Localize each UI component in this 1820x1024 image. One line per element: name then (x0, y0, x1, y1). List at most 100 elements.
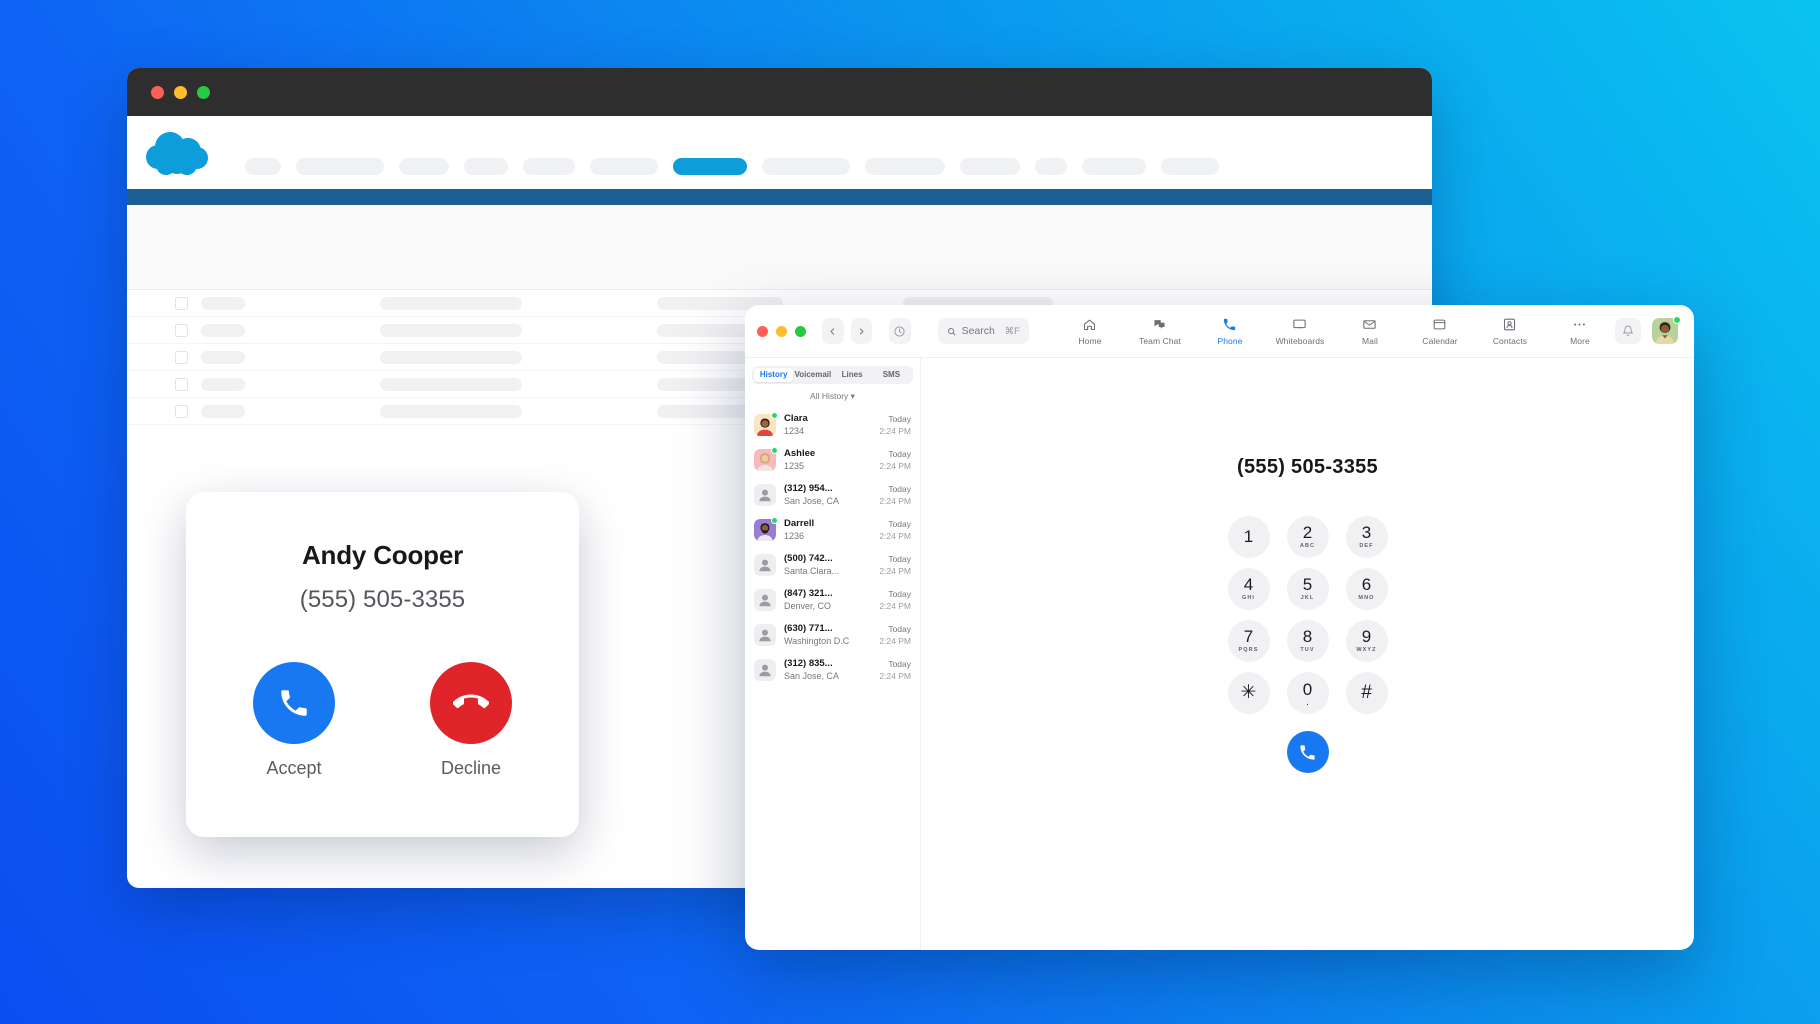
dialpad-key-5[interactable]: 5 JKL (1286, 567, 1329, 610)
accept-call-action[interactable]: Accept (253, 662, 335, 779)
back-button[interactable] (822, 318, 844, 344)
call-item-meta: Today 2:24 PM (879, 659, 911, 681)
minimize-button[interactable] (174, 85, 187, 99)
call-history-item[interactable]: (312) 954... San Jose, CA Today 2:24 PM (745, 477, 920, 512)
row-checkbox[interactable] (175, 350, 188, 364)
call-history-item[interactable]: (312) 835... San Jose, CA Today 2:24 PM (745, 652, 920, 687)
forward-button[interactable] (850, 318, 873, 344)
contacts-icon (1502, 317, 1517, 333)
avatar[interactable] (1652, 315, 1681, 344)
call-list-tabs: History Voicemail Lines SMS (752, 366, 913, 384)
dialpad-key-star[interactable]: ✳ (1227, 671, 1270, 714)
history-filter-dropdown[interactable]: All History ▾ (745, 384, 920, 407)
call-item-text: (847) 321... Denver, CO (784, 588, 871, 611)
nav-item-home[interactable]: Home (1055, 317, 1125, 346)
app-window-controls (757, 325, 806, 337)
nav-pill-10[interactable] (1035, 158, 1067, 175)
nav-pill-9[interactable] (960, 158, 1020, 175)
nav-item-more[interactable]: More (1545, 317, 1615, 346)
dialpad-key-number: 0 (1302, 679, 1313, 699)
accept-label: Accept (266, 758, 322, 778)
call-item-day: Today (888, 588, 911, 599)
tab-lines[interactable]: Lines (833, 368, 872, 382)
row-checkbox[interactable] (175, 323, 188, 337)
dialpad-key-7[interactable]: 7 PQRS (1227, 619, 1270, 662)
row-checkbox[interactable] (175, 377, 188, 391)
toolbar-right (1615, 315, 1681, 344)
search-input[interactable]: Search ⌘F (937, 318, 1029, 344)
nav-pill-2[interactable] (399, 158, 449, 175)
dialpad-key-8[interactable]: 8 TUV (1286, 619, 1329, 662)
dial-call-button[interactable] (1286, 731, 1329, 773)
dialpad-key-number: 7 (1243, 627, 1254, 646)
nav-item-mail[interactable]: Mail (1335, 317, 1405, 346)
nav-pill-11[interactable] (1082, 158, 1146, 175)
call-history-list: Clara 1234 Today 2:24 PM Ashlee 1235 Today 2:24… (745, 407, 920, 687)
call-history-item[interactable]: (630) 771... Washington D.C Today 2:24 PM (745, 617, 920, 652)
call-item-text: (630) 771... Washington D.C (784, 623, 871, 646)
app-nav-pills (245, 158, 1219, 175)
table-cell-placeholder (201, 323, 245, 337)
dialpad-key-0[interactable]: 0. (1286, 671, 1329, 714)
app-minimize-button[interactable] (776, 325, 787, 337)
nav-item-label: Calendar (1422, 335, 1458, 346)
dialpad-key-number: 9 (1361, 627, 1372, 646)
dialpad-key-6[interactable]: 6 MNO (1345, 567, 1388, 610)
call-item-time: 2:24 PM (879, 565, 911, 576)
dialpad-key-pound[interactable]: # (1345, 671, 1388, 714)
decline-call-button[interactable] (430, 662, 512, 744)
dialpad-key-3[interactable]: 3 DEF (1345, 515, 1388, 558)
notifications-button[interactable] (1615, 318, 1641, 344)
call-item-day: Today (888, 448, 911, 459)
row-checkbox[interactable] (175, 404, 188, 418)
decline-call-action[interactable]: Decline (430, 662, 512, 779)
nav-item-phone[interactable]: Phone (1195, 317, 1265, 346)
dialpad-key-cell: 6 MNO (1338, 563, 1396, 614)
call-history-item[interactable]: (847) 321... Denver, CO Today 2:24 PM (745, 582, 920, 617)
dialed-number: (555) 505-3355 (1237, 456, 1378, 478)
tab-history[interactable]: History (754, 368, 794, 382)
nav-item-calendar[interactable]: Calendar (1405, 317, 1475, 346)
search-icon (947, 327, 955, 335)
app-close-button[interactable] (757, 325, 768, 337)
dialpad-key-letters: . (1306, 696, 1309, 708)
nav-pill-6[interactable] (673, 158, 747, 175)
call-history-item[interactable]: (500) 742... Santa Clara... Today 2:24 PM (745, 547, 920, 582)
nav-pill-1[interactable] (296, 158, 384, 175)
dialpad-key-1[interactable]: 1 (1227, 515, 1270, 558)
dialpad-key-4[interactable]: 4 GHI (1227, 567, 1270, 610)
nav-pill-0[interactable] (245, 158, 281, 175)
dialpad-key-number: 2 (1302, 523, 1313, 542)
dialpad-key-9[interactable]: 9 WXYZ (1345, 619, 1388, 662)
tab-voicemail[interactable]: Voicemail (793, 368, 832, 382)
nav-pill-8[interactable] (865, 158, 945, 175)
nav-pill-12[interactable] (1161, 158, 1219, 175)
call-item-title: Ashlee (784, 448, 816, 459)
dialpad-key-number: 5 (1302, 575, 1313, 594)
nav-pill-7[interactable] (762, 158, 850, 175)
nav-item-whiteboards[interactable]: Whiteboards (1265, 317, 1335, 346)
contact-avatar (754, 483, 776, 506)
maximize-button[interactable] (197, 85, 210, 99)
call-history-item[interactable]: Ashlee 1235 Today 2:24 PM (745, 442, 920, 477)
calendar-icon (1432, 317, 1447, 333)
nav-item-contacts[interactable]: Contacts (1475, 317, 1545, 346)
row-checkbox[interactable] (175, 296, 188, 310)
accept-call-button[interactable] (253, 662, 335, 744)
tab-sms[interactable]: SMS (872, 368, 911, 382)
app-toolbar: Search ⌘F Home Team Chat Phone Whiteboards M… (745, 305, 1694, 358)
nav-pill-3[interactable] (464, 158, 508, 175)
nav-pill-4[interactable] (523, 158, 575, 175)
call-history-item[interactable]: Clara 1234 Today 2:24 PM (745, 407, 920, 442)
presence-indicator (771, 516, 778, 524)
app-maximize-button[interactable] (795, 325, 806, 337)
history-button[interactable] (889, 318, 911, 344)
call-item-text: (312) 954... San Jose, CA (784, 483, 871, 506)
call-history-item[interactable]: Darrell 1236 Today 2:24 PM (745, 512, 920, 547)
nav-item-team-chat[interactable]: Team Chat (1125, 317, 1195, 346)
nav-pill-5[interactable] (590, 158, 658, 175)
close-button[interactable] (151, 85, 164, 99)
nav-item-label: Team Chat (1138, 335, 1181, 346)
call-item-subtitle: 1235 (784, 461, 805, 471)
dialpad-key-2[interactable]: 2 ABC (1286, 515, 1329, 558)
